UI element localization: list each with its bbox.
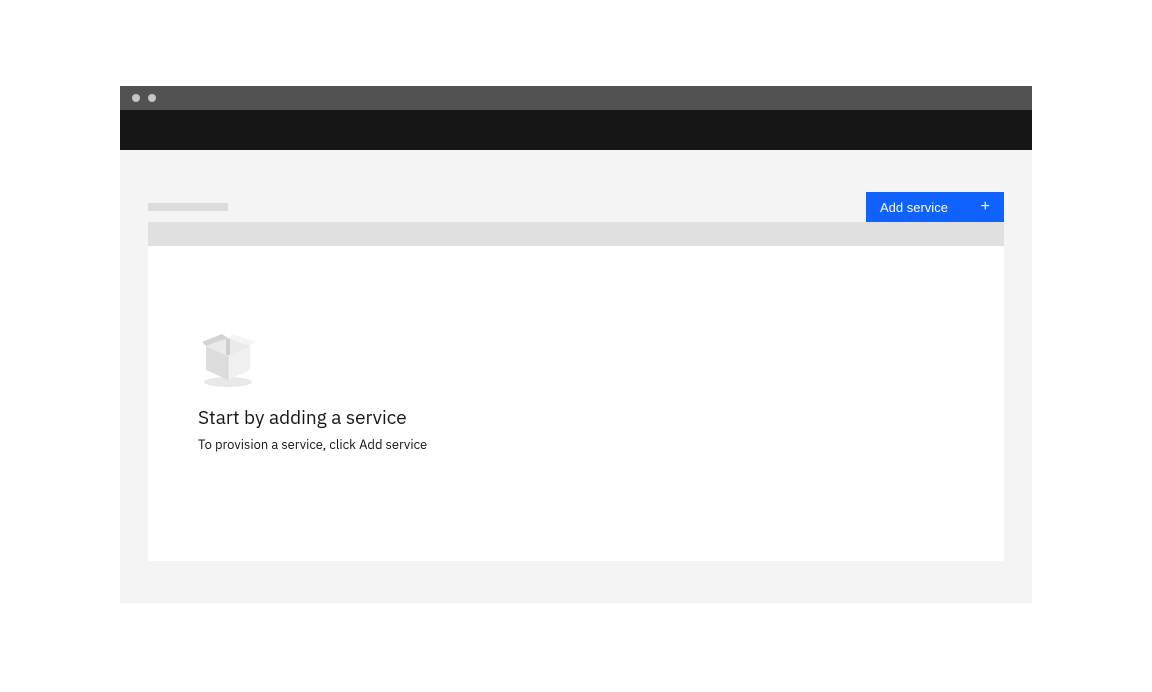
window-control-dot[interactable] (132, 94, 140, 102)
main-panel: Start by adding a service To provision a… (148, 246, 1004, 561)
empty-state-subtitle: To provision a service, click Add servic… (198, 436, 1004, 453)
title-placeholder (148, 203, 228, 211)
package-box-icon (198, 328, 258, 388)
plus-icon: + (981, 199, 990, 215)
window-control-dot[interactable] (148, 94, 156, 102)
app-window: Add service + (120, 86, 1032, 603)
table-header-bar (148, 222, 1004, 246)
add-service-label: Add service (880, 200, 948, 215)
toolbar-row: Add service + (148, 192, 1004, 222)
window-chrome (120, 86, 1032, 110)
empty-state-title: Start by adding a service (198, 406, 1004, 430)
empty-state: Start by adding a service To provision a… (198, 328, 1004, 453)
app-header (120, 110, 1032, 150)
add-service-button[interactable]: Add service + (866, 192, 1004, 222)
content-area: Add service + (120, 150, 1032, 603)
